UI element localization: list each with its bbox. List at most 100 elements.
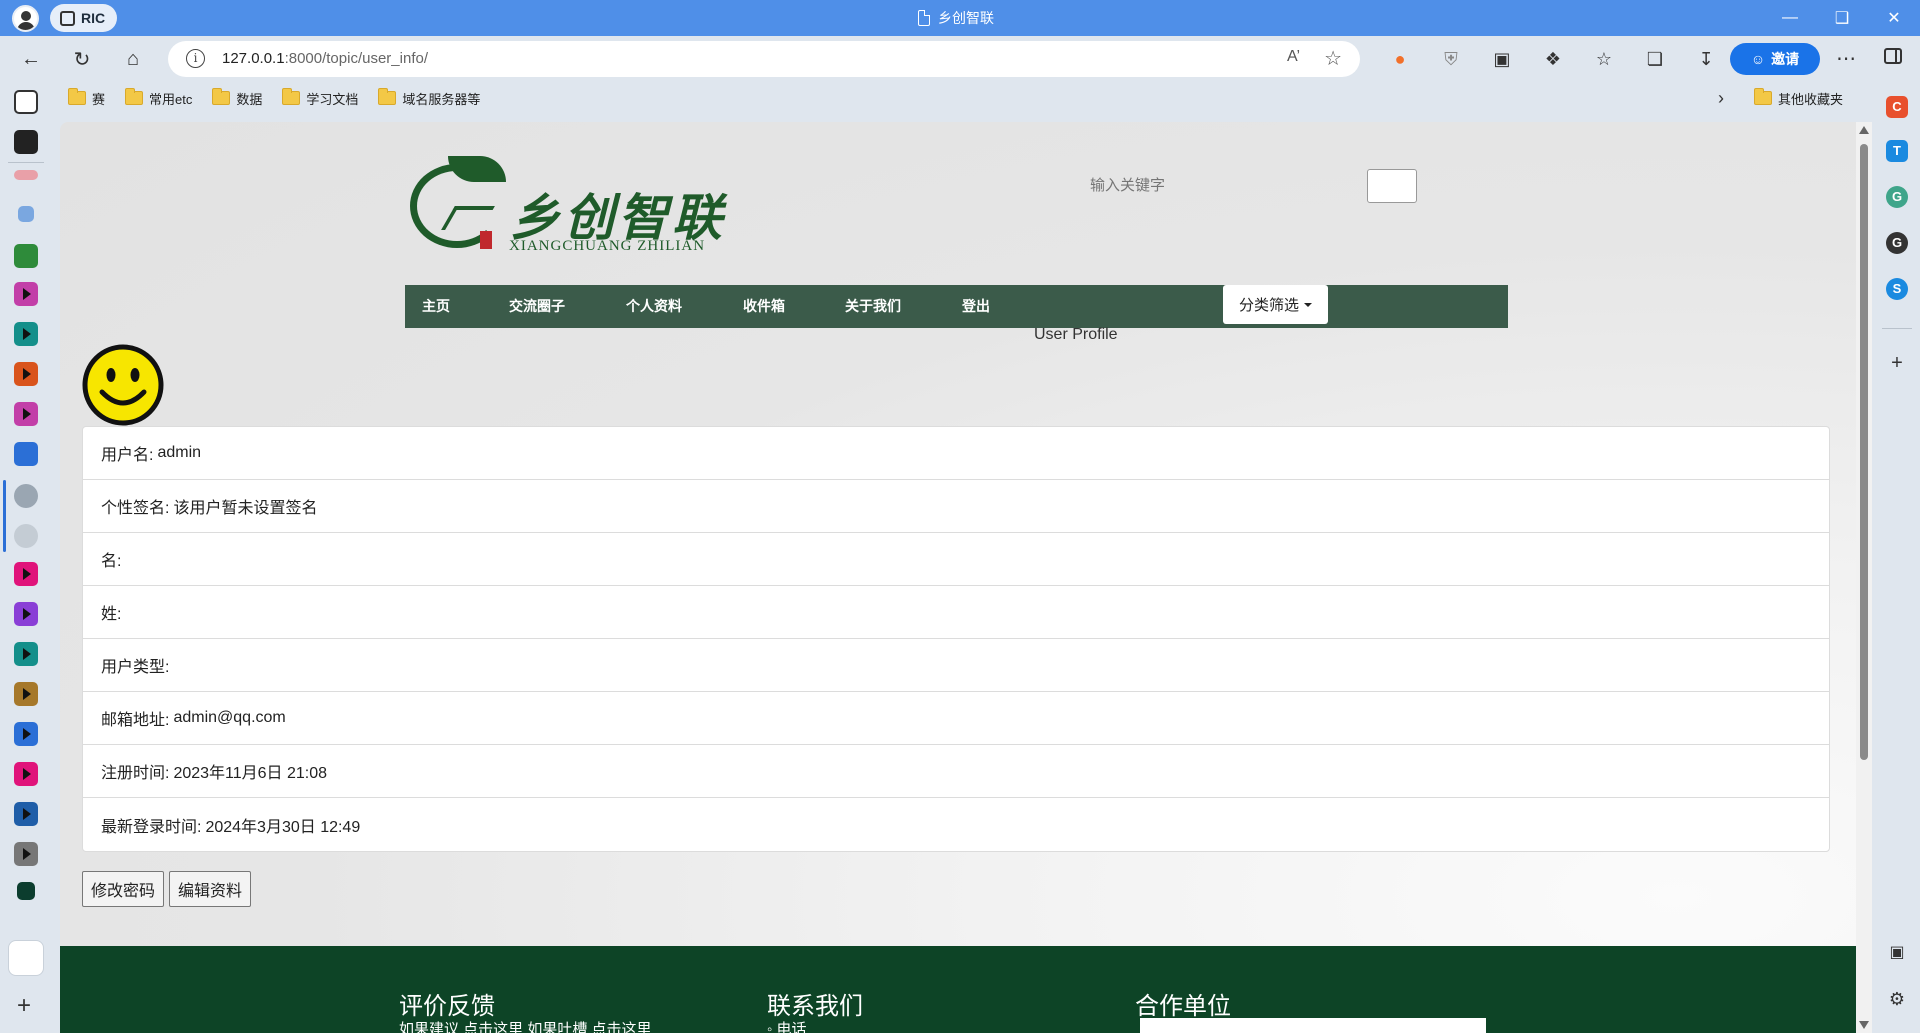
bookmark-folder[interactable]: 常用etc (115, 88, 202, 108)
scrollbar-thumb[interactable] (1860, 144, 1868, 760)
change-password-button[interactable]: 修改密码 (82, 871, 165, 907)
bookmark-label: 赛 (92, 91, 106, 107)
footer-partners-title: 合作单位 (1135, 993, 1231, 1020)
github-tab-icon[interactable] (14, 524, 38, 548)
active-tab-title: 乡创智联 (918, 8, 994, 28)
bookmark-folder[interactable]: 赛 (58, 88, 115, 108)
scroll-down-arrow-icon[interactable] (1859, 1021, 1869, 1029)
other-bookmarks-label: 其他收藏夹 (1778, 91, 1844, 107)
nav-profile[interactable]: 个人资料 (626, 285, 682, 328)
workspace-icon (60, 10, 75, 26)
home-icon[interactable]: ⌂ (118, 44, 148, 74)
nav-community[interactable]: 交流圈子 (509, 285, 565, 328)
search-button[interactable]: 搜索 (1367, 169, 1417, 203)
favorite-star-icon[interactable]: ☆ (1324, 46, 1342, 71)
site-info-icon[interactable]: i (186, 49, 205, 68)
bookmarks-bar: 赛 常用etc 数据 学习文档 域名服务器等 (58, 82, 1892, 114)
media-tab-icon[interactable] (14, 362, 38, 386)
sidebar-toggle-icon[interactable] (1884, 48, 1902, 64)
screenshot-icon[interactable]: ▣ (1886, 942, 1908, 964)
extension-shield-icon[interactable]: ⛨ (1436, 44, 1466, 74)
add-sidebar-app-plus-icon[interactable]: + (1886, 352, 1908, 374)
workspace-button[interactable]: RIC (50, 4, 118, 32)
window-controls: — ❑ ✕ (1764, 0, 1920, 36)
back-arrow-icon[interactable]: ← (16, 44, 46, 74)
chatgpt-sidebar-icon[interactable]: G (1886, 186, 1908, 208)
profile-info-list: 用户名: admin 个性签名: 该用户暂未设置签名 名: 姓: 用户类型: 邮箱地… (82, 426, 1830, 852)
invite-button[interactable]: ☺ 邀请 (1730, 43, 1820, 75)
bookmark-folder[interactable]: 数据 (202, 88, 272, 108)
github-sidebar-icon[interactable]: G (1886, 232, 1908, 254)
extension-firefox-icon[interactable]: ● (1385, 44, 1415, 74)
github-tab-icon[interactable] (14, 484, 38, 508)
main-nav: 主页 交流圈子 个人资料 收件箱 关于我们 登出 分类筛选 (405, 285, 1508, 328)
settings-gear-icon[interactable]: ⚙ (1886, 988, 1908, 1010)
downloads-icon[interactable]: ↧ (1691, 44, 1721, 74)
django-tab-icon[interactable] (17, 882, 35, 900)
bookmark-folder[interactable]: 域名服务器等 (368, 88, 490, 108)
row-label: 姓: (101, 606, 122, 623)
scroll-up-arrow-icon[interactable] (1859, 126, 1869, 134)
media-tab-icon[interactable] (14, 282, 38, 306)
nav-inbox[interactable]: 收件箱 (743, 285, 785, 328)
refresh-icon[interactable]: ↻ (67, 44, 97, 74)
page-scrollbar[interactable] (1856, 122, 1872, 1033)
media-tab-icon[interactable] (14, 322, 38, 346)
media-tab-icon[interactable] (14, 682, 38, 706)
vertical-tab-favicon[interactable] (14, 130, 38, 154)
tab-actions-icon[interactable] (14, 90, 38, 114)
extensions-puzzle-icon[interactable]: ❖ (1538, 44, 1568, 74)
close-window-button[interactable]: ✕ (1868, 0, 1920, 36)
row-label: 个性签名: (101, 500, 170, 517)
minimize-button[interactable]: — (1764, 0, 1816, 36)
browser-toolbar: ← ↻ ⌂ i 127.0.0.1:8000/topic/user_info/ … (0, 36, 1920, 82)
nav-home[interactable]: 主页 (422, 285, 450, 328)
bookmark-label: 域名服务器等 (402, 91, 481, 107)
row-value: admin (157, 444, 202, 461)
translate-sidebar-icon[interactable]: T (1886, 140, 1908, 162)
media-tab-icon[interactable] (14, 402, 38, 426)
edit-profile-button[interactable]: 编辑资料 (169, 871, 252, 907)
category-filter-dropdown[interactable]: 分类筛选 (1223, 285, 1328, 324)
douban-tab-icon[interactable] (14, 244, 38, 268)
vertical-tab-favicon[interactable] (14, 170, 38, 180)
other-bookmarks-folder[interactable]: 其他收藏夹 (1754, 82, 1843, 114)
invite-label: 邀请 (1771, 51, 1800, 67)
profile-row-last-name: 姓: (83, 586, 1829, 639)
maximize-button[interactable]: ❑ (1816, 0, 1868, 36)
nav-logout[interactable]: 登出 (962, 285, 990, 328)
bookmark-label: 学习文档 (306, 91, 359, 107)
keyword-search-input[interactable] (1090, 170, 1310, 200)
vertical-tab-favicon[interactable] (18, 206, 34, 222)
media-tab-icon[interactable] (14, 762, 38, 786)
site-logo[interactable]: 乡创智联 XIANGCHUANG ZHILIAN (408, 156, 728, 256)
media-tab-icon[interactable] (14, 722, 38, 746)
bookmark-folder[interactable]: 学习文档 (272, 88, 368, 108)
more-menu-icon[interactable]: ⋯ (1836, 46, 1856, 71)
read-aloud-icon[interactable]: A’ (1287, 48, 1300, 66)
folder-icon (378, 88, 397, 105)
bookmarks-overflow-chevron-icon[interactable]: › (1718, 88, 1724, 109)
url-text[interactable]: 127.0.0.1:8000/topic/user_info/ (222, 50, 428, 67)
extension-game-icon[interactable]: ▣ (1487, 44, 1517, 74)
media-tab-icon[interactable] (14, 802, 38, 826)
nav-about[interactable]: 关于我们 (845, 285, 901, 328)
sidebar-separator (1882, 328, 1912, 329)
partner-logos-image (1140, 1018, 1486, 1033)
collections-icon[interactable]: ❏ (1640, 44, 1670, 74)
current-tab[interactable] (8, 940, 44, 976)
csdn-sidebar-icon[interactable]: C (1886, 96, 1908, 118)
browser-profile-avatar[interactable] (12, 5, 39, 32)
address-bar[interactable]: i 127.0.0.1:8000/topic/user_info/ A’ ☆ (168, 41, 1360, 77)
media-tab-icon[interactable] (14, 602, 38, 626)
favorites-icon[interactable]: ☆ (1589, 44, 1619, 74)
skype-sidebar-icon[interactable]: S (1886, 278, 1908, 300)
folder-icon (68, 88, 86, 105)
media-tab-icon[interactable] (14, 562, 38, 586)
new-tab-plus-icon[interactable]: + (17, 992, 31, 1020)
profile-row-registered: 注册时间: 2023年11月6日 21:08 (83, 745, 1829, 798)
media-tab-icon[interactable] (14, 642, 38, 666)
media-tab-icon[interactable] (14, 842, 38, 866)
vertical-tab-favicon[interactable] (14, 442, 38, 466)
footer-feedback-text[interactable]: 如果建议 点击这里 如果吐槽 点击这里 (399, 1018, 652, 1033)
